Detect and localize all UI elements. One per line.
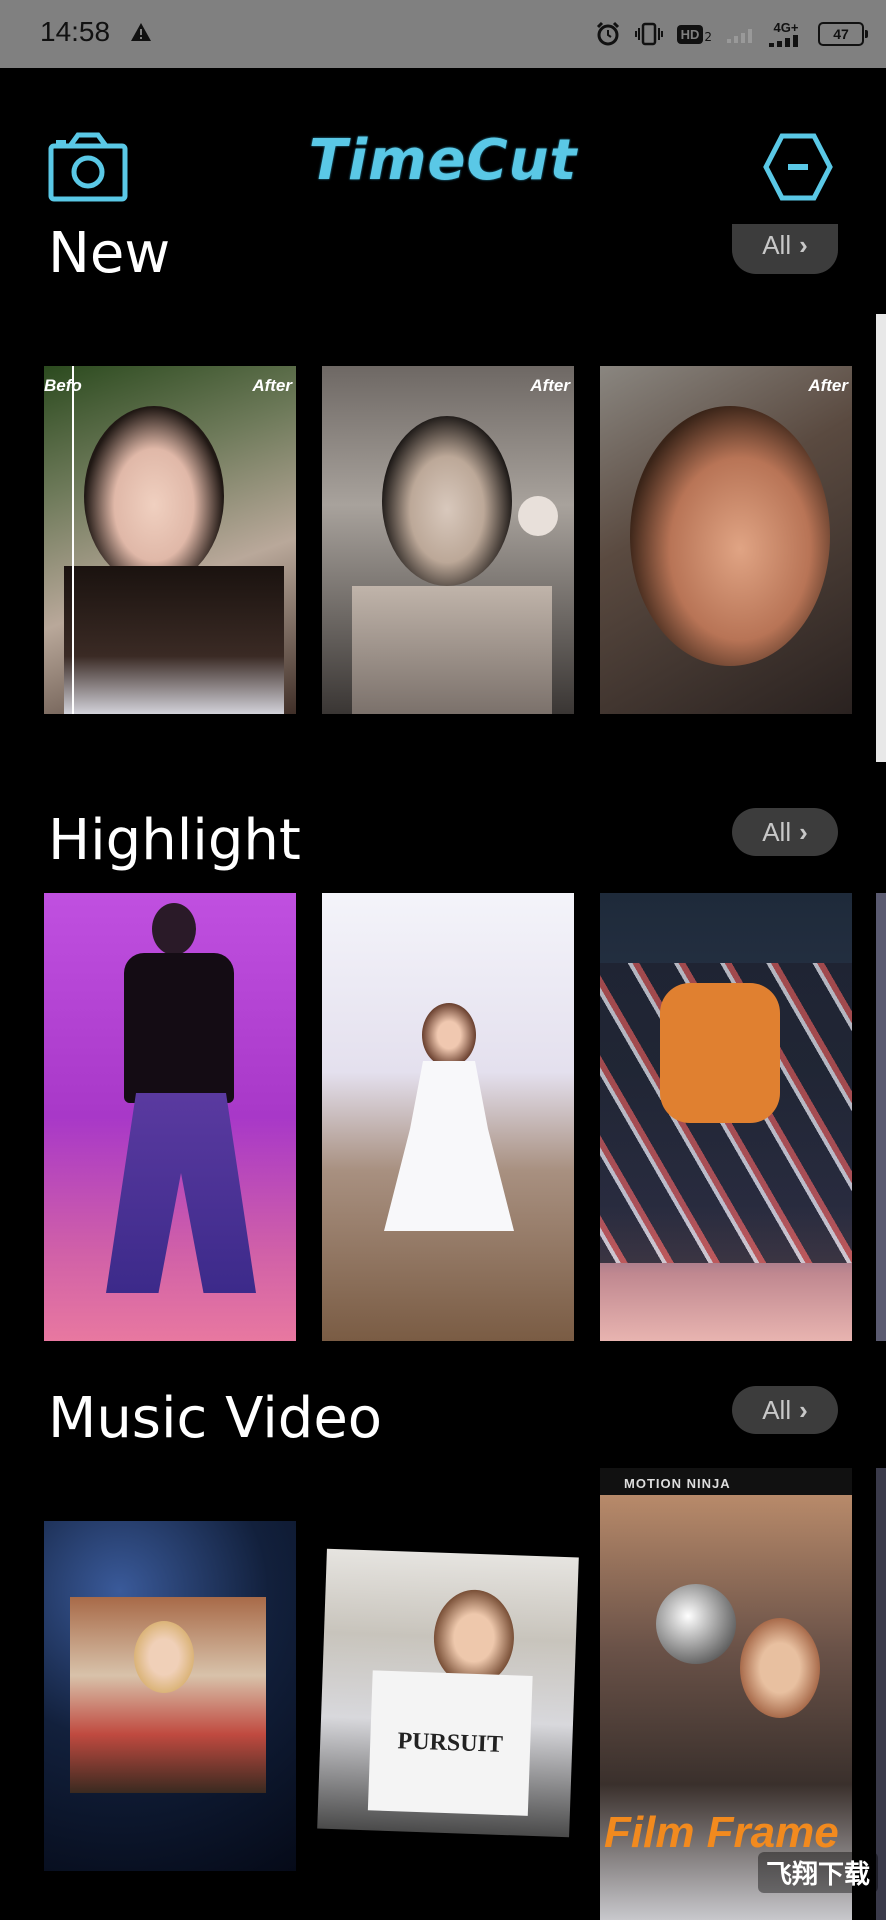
music-video-thumb-2[interactable]: PURSUIT: [317, 1548, 579, 1838]
highlight-thumb-1[interactable]: [44, 893, 296, 1341]
hexagon-settings-icon[interactable]: [762, 132, 834, 202]
status-time: 14:58: [40, 16, 111, 47]
highlight-thumb-2[interactable]: [322, 893, 574, 1341]
music-video-all-button[interactable]: All ›: [732, 1386, 838, 1434]
tshirt: PURSUIT: [367, 1670, 533, 1816]
motion-ninja-label: MOTION NINJA: [624, 1476, 731, 1491]
section-title-highlight: Highlight: [48, 808, 301, 873]
dancer-head: [152, 903, 196, 955]
shirt-text: PURSUIT: [397, 1727, 504, 1758]
disco-ball: [656, 1584, 736, 1664]
chevron-right-icon: ›: [799, 1394, 808, 1425]
signal-icon-sim2: [769, 34, 798, 47]
after-label: After: [252, 376, 292, 395]
film-frame-title: Film Frame: [604, 1808, 839, 1857]
section-title-music-video: Music Video: [48, 1386, 383, 1451]
highlight-thumb-3[interactable]: [600, 893, 852, 1341]
signal-icon-sim1: [727, 29, 752, 43]
girl-head: [422, 1003, 476, 1067]
face-image: [382, 416, 512, 586]
watermark: 飞翔下载: [757, 1852, 878, 1893]
face-image: [84, 406, 224, 586]
woman-head: [740, 1618, 820, 1718]
new-thumb-3[interactable]: After: [600, 366, 852, 714]
chevron-right-icon: ›: [799, 816, 808, 847]
scroll-peek: [876, 314, 886, 762]
girl-head: [134, 1621, 194, 1693]
music-video-thumb-1[interactable]: [44, 1521, 296, 1871]
white-dress: [384, 1061, 514, 1231]
scroll-peek: [876, 893, 886, 1341]
before-after-divider[interactable]: [72, 366, 74, 714]
dancer-legs: [106, 1093, 256, 1293]
after-label: After: [530, 376, 570, 395]
after-label: After: [808, 376, 848, 395]
status-icons: HD 2 4G+ 47: [595, 16, 868, 52]
dancer-body: [124, 953, 234, 1103]
battery-indicator: 47: [818, 22, 868, 46]
chevron-right-icon: ›: [799, 229, 808, 260]
new-thumb-1[interactable]: Befo After: [44, 366, 296, 714]
app-logo: TimeCut: [308, 128, 578, 193]
highlight-all-button[interactable]: All ›: [732, 808, 838, 856]
alarm-icon: [596, 21, 619, 46]
vibrate-icon: [634, 22, 663, 46]
warning-icon: [131, 23, 151, 41]
status-bar: 14:58 HD 2 4G+ 47: [0, 0, 886, 68]
dancer: [660, 983, 780, 1123]
face-image: [630, 406, 830, 666]
new-thumb-2[interactable]: After: [322, 366, 574, 714]
section-new: New All › Befo After After After: [0, 224, 886, 762]
network-indicator: 4G+: [768, 21, 804, 48]
scroll-peek: [876, 1468, 886, 1920]
hd-indicator: HD 2: [676, 24, 712, 44]
rose-image: [518, 496, 558, 536]
app-header: TimeCut: [0, 68, 886, 248]
section-music-video: Music Video All › PURSUIT MOTION NINJA F…: [0, 1378, 886, 1920]
before-label: Befo: [44, 376, 82, 395]
section-title-new: New: [48, 226, 171, 276]
new-all-button[interactable]: All ›: [732, 224, 838, 274]
section-highlight: Highlight All ›: [0, 800, 886, 1350]
